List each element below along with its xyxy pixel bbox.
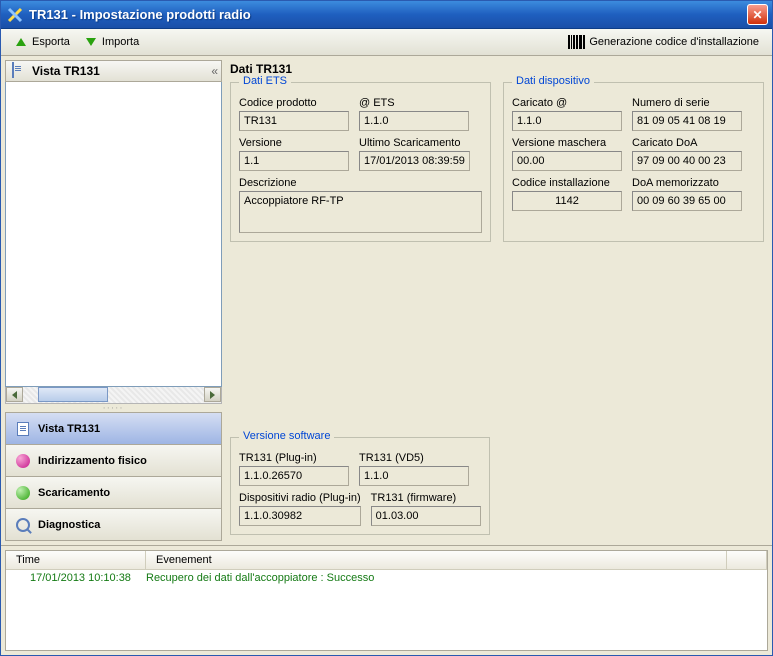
nav-list: Vista TR131 Indirizzamento fisico Scaric… <box>5 412 222 541</box>
groupbox-dati-dispositivo: Dati dispositivo Caricato @ 1.1.0 Numero… <box>503 82 764 242</box>
value-versione-maschera: 00.00 <box>512 151 622 171</box>
close-icon: ✕ <box>752 8 762 22</box>
log-header-event[interactable]: Evenement <box>146 551 727 569</box>
generate-install-code-button[interactable]: Generazione codice d'installazione <box>561 32 766 52</box>
label-tr131-firmware: TR131 (firmware) <box>371 492 481 504</box>
value-caricato-doa: 97 09 00 40 00 23 <box>632 151 742 171</box>
value-tr131-vd5: 1.1.0 <box>359 466 469 486</box>
label-descrizione: Descrizione <box>239 177 482 189</box>
groupbox-dati-ets: Dati ETS Codice prodotto TR131 @ ETS 1.1… <box>230 82 491 242</box>
legend-versione-software: Versione software <box>239 430 334 442</box>
arrow-left-icon <box>12 391 17 399</box>
collapse-sidebar-button[interactable]: « <box>211 64 215 78</box>
main-title: Dati TR131 <box>230 60 764 82</box>
label-numero-serie: Numero di serie <box>632 97 742 109</box>
legend-dati-dispositivo: Dati dispositivo <box>512 75 594 87</box>
value-tr131-plugin: 1.1.0.26570 <box>239 466 349 486</box>
scroll-track[interactable] <box>23 387 204 403</box>
diagnostica-icon <box>14 516 32 534</box>
scaricamento-icon <box>14 484 32 502</box>
value-doa-memorizzato: 00 09 60 39 65 00 <box>632 191 742 211</box>
main-panel: Dati TR131 Dati ETS Codice prodotto TR13… <box>226 60 768 541</box>
label-caricato-doa: Caricato DoA <box>632 137 742 149</box>
toolbar: Esporta Importa Generazione codice d'ins… <box>1 29 772 56</box>
nav-item-vista-tr131[interactable]: Vista TR131 <box>6 412 221 444</box>
label-caricato-at: Caricato @ <box>512 97 622 109</box>
value-at-ets: 1.1.0 <box>359 111 469 131</box>
label-tr131-plugin: TR131 (Plug-in) <box>239 452 349 464</box>
label-versione-maschera: Versione maschera <box>512 137 622 149</box>
sidebar-header: Vista TR131 « <box>5 60 222 82</box>
tree-view[interactable] <box>5 82 222 387</box>
import-button[interactable]: Importa <box>77 32 146 52</box>
log-row[interactable]: 17/01/2013 10:10:38 Recupero dei dati da… <box>6 570 767 586</box>
legend-dati-ets: Dati ETS <box>239 75 291 87</box>
log-header-time[interactable]: Time <box>6 551 146 569</box>
nav-item-label: Scaricamento <box>38 487 110 499</box>
content-area: Vista TR131 « ∙∙∙∙∙ Vista TR131 Indirizz… <box>1 56 772 545</box>
log-header-spacer <box>727 551 767 569</box>
splitter-handle[interactable]: ∙∙∙∙∙ <box>5 404 222 412</box>
nav-item-label: Vista TR131 <box>38 423 100 435</box>
value-ultimo-scaricamento: 17/01/2013 08:39:59 <box>359 151 470 171</box>
log-cell-event: Recupero dei dati dall'accoppiatore : Su… <box>146 572 767 584</box>
label-ultimo-scaricamento: Ultimo Scaricamento <box>359 137 470 149</box>
label-at-ets: @ ETS <box>359 97 469 109</box>
value-caricato-at: 1.1.0 <box>512 111 622 131</box>
scroll-left-button[interactable] <box>6 387 23 402</box>
label-doa-memorizzato: DoA memorizzato <box>632 177 742 189</box>
scroll-thumb[interactable] <box>38 387 108 402</box>
label-versione: Versione <box>239 137 349 149</box>
log-header: Time Evenement <box>6 551 767 570</box>
sidebar-header-label: Vista TR131 <box>32 64 100 78</box>
label-codice-installazione: Codice installazione <box>512 177 622 189</box>
value-descrizione <box>239 191 482 233</box>
export-button[interactable]: Esporta <box>7 32 77 52</box>
indirizzamento-icon <box>14 452 32 470</box>
tree-view-icon <box>12 63 28 79</box>
window-title: TR131 - Impostazione prodotti radio <box>29 7 747 22</box>
window: TR131 - Impostazione prodotti radio ✕ Es… <box>0 0 773 656</box>
nav-item-diagnostica[interactable]: Diagnostica <box>6 508 221 540</box>
label-dispositivi-radio-plugin: Dispositivi radio (Plug-in) <box>239 492 361 504</box>
value-dispositivi-radio-plugin: 1.1.0.30982 <box>239 506 361 526</box>
close-button[interactable]: ✕ <box>747 4 768 25</box>
nav-item-scaricamento[interactable]: Scaricamento <box>6 476 221 508</box>
app-icon <box>7 7 23 23</box>
import-label: Importa <box>102 36 139 48</box>
label-codice-prodotto: Codice prodotto <box>239 97 349 109</box>
nav-item-label: Indirizzamento fisico <box>38 455 147 467</box>
vista-tr131-icon <box>14 420 32 438</box>
log-panel: Time Evenement 17/01/2013 10:10:38 Recup… <box>1 545 772 655</box>
label-tr131-vd5: TR131 (VD5) <box>359 452 469 464</box>
log: Time Evenement 17/01/2013 10:10:38 Recup… <box>5 550 768 651</box>
barcode-icon <box>568 35 585 49</box>
generate-install-code-label: Generazione codice d'installazione <box>589 36 759 48</box>
value-tr131-firmware: 01.03.00 <box>371 506 481 526</box>
tree-horizontal-scrollbar[interactable] <box>5 387 222 404</box>
value-versione: 1.1 <box>239 151 349 171</box>
nav-item-label: Diagnostica <box>38 519 100 531</box>
export-label: Esporta <box>32 36 70 48</box>
export-icon <box>14 35 28 49</box>
titlebar: TR131 - Impostazione prodotti radio ✕ <box>1 1 772 29</box>
sidebar: Vista TR131 « ∙∙∙∙∙ Vista TR131 Indirizz… <box>5 60 222 541</box>
arrow-right-icon <box>210 391 215 399</box>
log-cell-time: 17/01/2013 10:10:38 <box>6 572 146 584</box>
value-numero-serie: 81 09 05 41 08 19 <box>632 111 742 131</box>
scroll-right-button[interactable] <box>204 387 221 402</box>
import-icon <box>84 35 98 49</box>
nav-item-indirizzamento-fisico[interactable]: Indirizzamento fisico <box>6 444 221 476</box>
value-codice-prodotto: TR131 <box>239 111 349 131</box>
groupbox-versione-software: Versione software TR131 (Plug-in) 1.1.0.… <box>230 437 490 535</box>
value-codice-installazione: 1142 <box>512 191 622 211</box>
